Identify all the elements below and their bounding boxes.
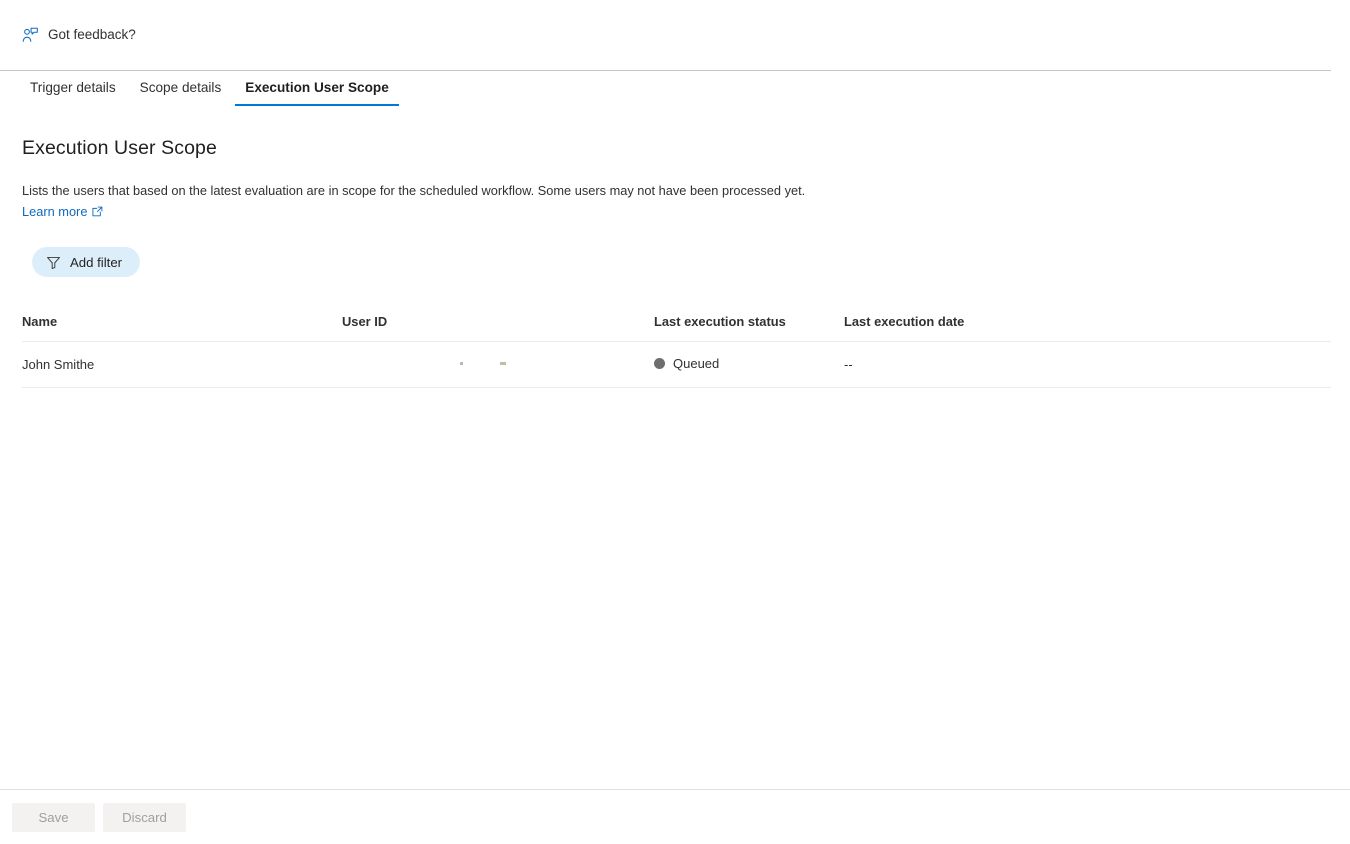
save-button[interactable]: Save xyxy=(12,802,95,832)
learn-more-label: Learn more xyxy=(22,203,88,219)
got-feedback-button[interactable]: Got feedback? xyxy=(20,25,138,46)
column-header-name[interactable]: Name xyxy=(22,314,342,343)
cell-user-id xyxy=(342,341,654,389)
main-content: Execution User Scope Lists the users tha… xyxy=(0,108,1350,389)
page-title: Execution User Scope xyxy=(22,137,217,159)
table-head: Name User ID Last execution status Last … xyxy=(22,314,1331,343)
footer-action-bar: Save Discard xyxy=(0,789,1350,844)
external-link-icon xyxy=(92,206,103,217)
column-header-last-execution-date[interactable]: Last execution date xyxy=(844,314,1331,343)
got-feedback-label: Got feedback? xyxy=(48,27,136,43)
tab-trigger-details[interactable]: Trigger details xyxy=(18,71,128,106)
cell-last-execution-status: Queued xyxy=(654,341,844,389)
table-body: John Smithe Queued -- xyxy=(22,341,1331,389)
feedback-bar: Got feedback? xyxy=(0,0,1350,70)
feedback-person-icon xyxy=(22,27,38,42)
add-filter-button[interactable]: Add filter xyxy=(32,247,141,278)
column-header-last-execution-status[interactable]: Last execution status xyxy=(654,314,844,343)
tab-bar: Trigger details Scope details Execution … xyxy=(0,70,1331,108)
page-description-text: Lists the users that based on the latest… xyxy=(22,183,806,198)
cell-name: John Smithe xyxy=(22,341,342,389)
user-table-container: Name User ID Last execution status Last … xyxy=(0,314,1350,389)
status-label: Queued xyxy=(673,356,720,372)
status-badge: Queued xyxy=(654,356,719,371)
table-row[interactable]: John Smithe Queued -- xyxy=(22,341,1331,389)
execution-user-scope-page: Got feedback? Trigger details Scope deta… xyxy=(0,0,1350,844)
status-dot-icon xyxy=(654,358,665,370)
execution-user-table: Name User ID Last execution status Last … xyxy=(22,314,1331,389)
tab-scope-details[interactable]: Scope details xyxy=(128,71,234,106)
column-header-user-id[interactable]: User ID xyxy=(342,314,654,343)
table-header-row: Name User ID Last execution status Last … xyxy=(22,314,1331,343)
learn-more-link[interactable]: Learn more xyxy=(22,203,103,222)
tab-execution-user-scope[interactable]: Execution User Scope xyxy=(233,71,401,106)
cell-last-execution-date: -- xyxy=(844,341,1331,389)
user-id-value xyxy=(342,358,654,371)
filter-toolbar: Add filter xyxy=(0,221,1350,278)
discard-button[interactable]: Discard xyxy=(103,802,186,832)
page-description-block: Lists the users that based on the latest… xyxy=(0,160,1100,221)
add-filter-label: Add filter xyxy=(70,254,123,270)
filter-funnel-icon xyxy=(47,256,60,269)
